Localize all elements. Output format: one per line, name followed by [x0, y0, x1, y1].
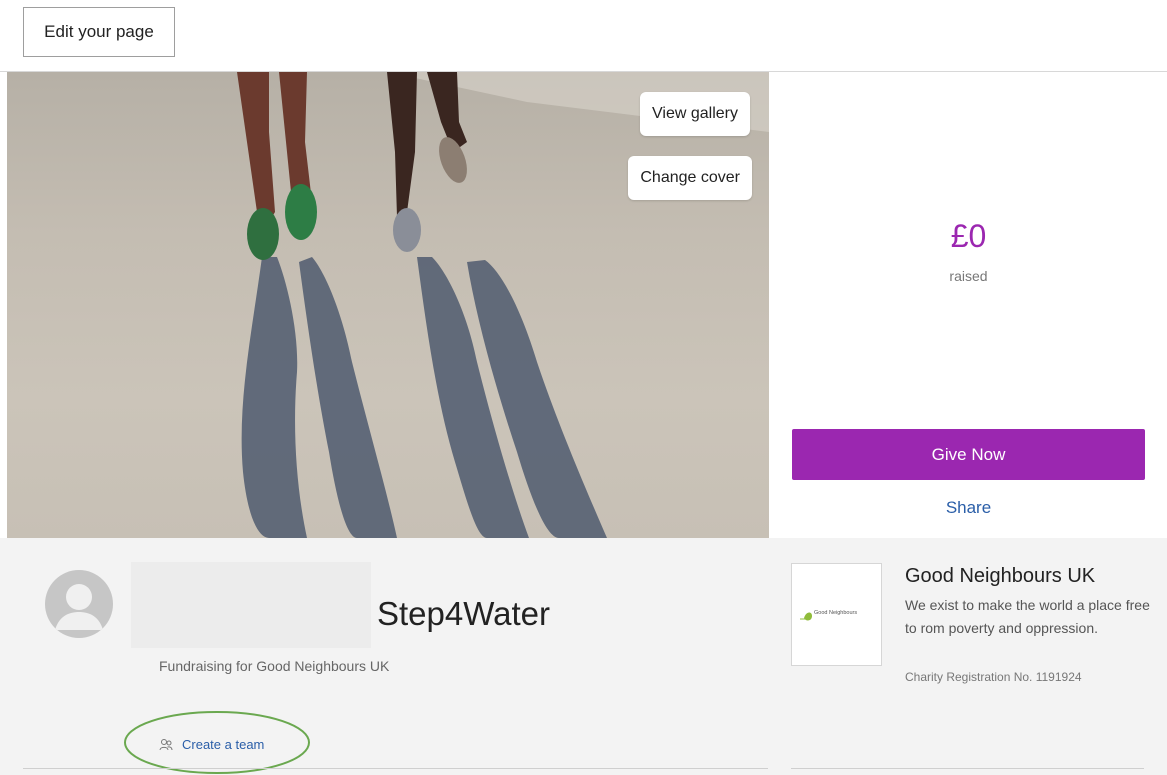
section-divider — [23, 768, 768, 769]
share-link[interactable]: Share — [792, 498, 1145, 518]
fundraising-subtitle: Fundraising for Good Neighbours UK — [159, 658, 390, 674]
good-neighbours-logo-icon: Good Neighbours — [799, 610, 857, 620]
create-team-link[interactable]: Create a team — [159, 737, 264, 752]
view-gallery-button[interactable]: View gallery — [640, 92, 750, 136]
create-team-label: Create a team — [182, 737, 265, 752]
charity-logo[interactable]: Good Neighbours — [791, 563, 882, 666]
svg-text:Good Neighbours: Good Neighbours — [814, 610, 857, 616]
amount-raised: £0 — [950, 218, 987, 254]
section-divider — [791, 768, 1144, 769]
team-icon — [159, 738, 173, 750]
give-now-button[interactable]: Give Now — [792, 429, 1145, 480]
name-placeholder — [131, 562, 371, 648]
user-avatar-icon — [55, 584, 103, 630]
charity-description: We exist to make the world a place free … — [905, 597, 1150, 636]
avatar — [45, 570, 113, 638]
charity-registration: Charity Registration No. 1191924 — [905, 670, 1082, 684]
runners-photo — [237, 72, 769, 538]
cover-image: View gallery Change cover — [7, 72, 769, 538]
charity-name[interactable]: Good Neighbours UK — [905, 565, 1095, 588]
page-title: Step4Water — [377, 595, 551, 632]
change-cover-button[interactable]: Change cover — [628, 156, 752, 200]
raised-label: raised — [949, 268, 988, 284]
edit-page-button[interactable]: Edit your page — [23, 7, 175, 57]
